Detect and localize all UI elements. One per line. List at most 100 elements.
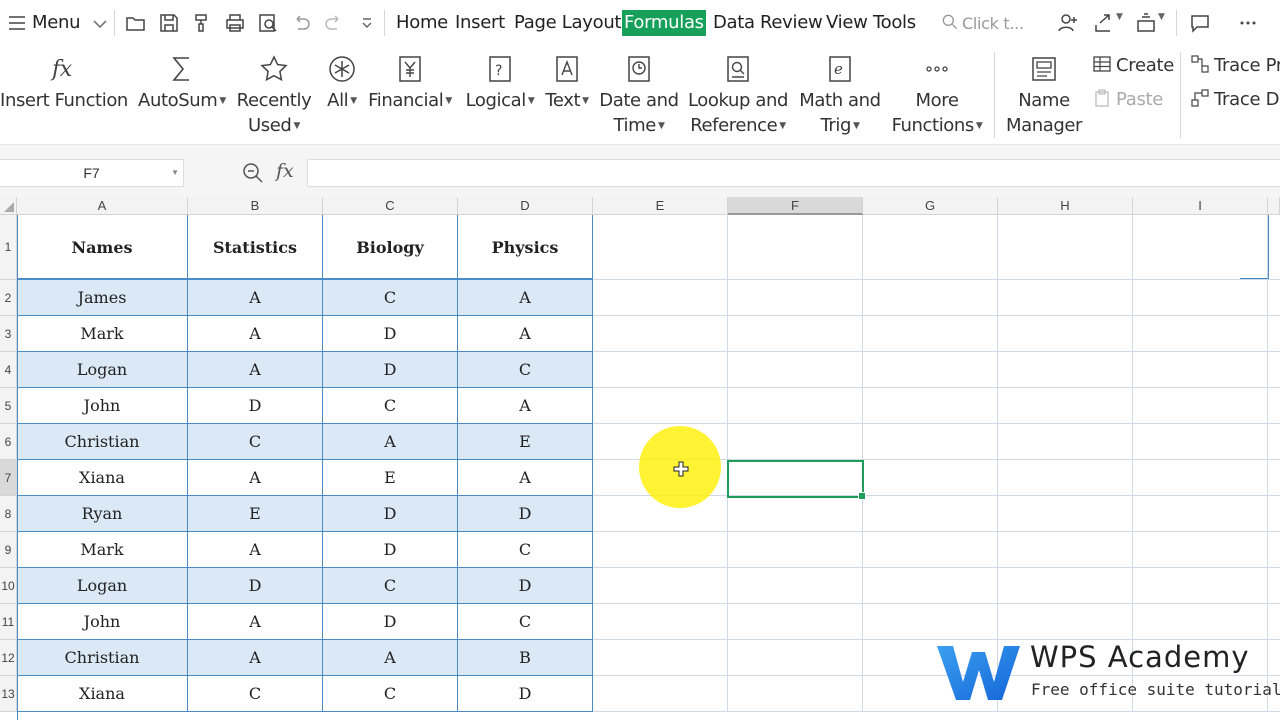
cell-b3[interactable]: A xyxy=(188,316,323,352)
formula-input[interactable] xyxy=(307,159,1280,187)
cell-f1[interactable] xyxy=(728,215,863,280)
cell-c10[interactable]: C xyxy=(323,568,458,604)
cell-a4[interactable]: Logan xyxy=(17,352,188,388)
menu-button[interactable]: Menu xyxy=(32,12,81,33)
cell-f5[interactable] xyxy=(728,388,863,424)
column-header-j[interactable] xyxy=(1268,197,1280,215)
cell-a13[interactable]: Xiana xyxy=(17,676,188,712)
more-icon[interactable] xyxy=(1236,11,1260,35)
cell-h7[interactable] xyxy=(998,460,1133,496)
lookup-reference-button[interactable]: Lookup and Reference ▼ xyxy=(686,50,790,139)
cell-b1[interactable]: Statistics xyxy=(188,215,323,280)
cell-c5[interactable]: C xyxy=(323,388,458,424)
autosum-button[interactable]: AutoSum ▼ xyxy=(136,50,228,114)
tab-review[interactable]: Review xyxy=(760,12,823,33)
cell-i6[interactable] xyxy=(1133,424,1268,460)
cell-g1[interactable] xyxy=(863,215,998,280)
open-folder-icon[interactable] xyxy=(124,11,148,35)
cell-d8[interactable]: D xyxy=(458,496,593,532)
column-header-c[interactable]: C xyxy=(323,197,458,215)
row-header-4[interactable]: 4 xyxy=(0,352,17,388)
cell-f10[interactable] xyxy=(728,568,863,604)
trace-precedents-button[interactable]: Trace Pr xyxy=(1190,54,1280,76)
cell-d5[interactable]: A xyxy=(458,388,593,424)
caret-icon[interactable]: ▼ xyxy=(1158,12,1165,22)
column-header-b[interactable]: B xyxy=(188,197,323,215)
cell-j11[interactable] xyxy=(1268,604,1280,640)
cell-i4[interactable] xyxy=(1133,352,1268,388)
column-header-d[interactable]: D xyxy=(458,197,593,215)
cell-d6[interactable]: E xyxy=(458,424,593,460)
row-header-6[interactable]: 6 xyxy=(0,424,17,460)
selected-cell-f7[interactable] xyxy=(727,460,866,500)
fx-icon[interactable]: fx xyxy=(276,160,294,182)
cell-e13[interactable] xyxy=(593,676,728,712)
row-header-5[interactable]: 5 xyxy=(0,388,17,424)
cell-b13[interactable]: C xyxy=(188,676,323,712)
cell-i11[interactable] xyxy=(1133,604,1268,640)
cell-b12[interactable]: A xyxy=(188,640,323,676)
cell-c4[interactable]: D xyxy=(323,352,458,388)
cell-i5[interactable] xyxy=(1133,388,1268,424)
cell-h8[interactable] xyxy=(998,496,1133,532)
cell-g5[interactable] xyxy=(863,388,998,424)
cell-e3[interactable] xyxy=(593,316,728,352)
cell-a5[interactable]: John xyxy=(17,388,188,424)
fill-handle[interactable] xyxy=(858,492,866,500)
cell-d4[interactable]: C xyxy=(458,352,593,388)
cell-h9[interactable] xyxy=(998,532,1133,568)
cell-f8[interactable] xyxy=(728,496,863,532)
print-preview-icon[interactable] xyxy=(256,11,280,35)
name-manager-button[interactable]: Name Manager xyxy=(1000,50,1088,138)
cell-a9[interactable]: Mark xyxy=(17,532,188,568)
cell-f6[interactable] xyxy=(728,424,863,460)
cell-g8[interactable] xyxy=(863,496,998,532)
cell-f2[interactable] xyxy=(728,280,863,316)
cell-g7[interactable] xyxy=(863,460,998,496)
cell-b6[interactable]: C xyxy=(188,424,323,460)
cell-c7[interactable]: E xyxy=(323,460,458,496)
arrange-icon[interactable] xyxy=(1134,11,1158,35)
cell-h4[interactable] xyxy=(998,352,1133,388)
row-header-11[interactable]: 11 xyxy=(0,604,17,640)
cell-b8[interactable]: E xyxy=(188,496,323,532)
cell-i9[interactable] xyxy=(1133,532,1268,568)
name-box[interactable]: F7 ▼ xyxy=(0,159,184,187)
row-header-9[interactable]: 9 xyxy=(0,532,17,568)
all-functions-button[interactable]: All ▼ xyxy=(320,50,364,114)
cell-b11[interactable]: A xyxy=(188,604,323,640)
trace-dependents-button[interactable]: Trace D xyxy=(1190,88,1280,110)
row-header-1[interactable]: 1 xyxy=(0,215,17,280)
cell-i8[interactable] xyxy=(1133,496,1268,532)
cell-c12[interactable]: A xyxy=(323,640,458,676)
more-functions-button[interactable]: More Functions ▼ xyxy=(890,50,984,139)
customize-dropdown-icon[interactable] xyxy=(355,11,379,35)
cell-h1[interactable] xyxy=(998,215,1133,280)
cell-c2[interactable]: C xyxy=(323,280,458,316)
tab-tools[interactable]: Tools xyxy=(873,12,916,33)
save-icon[interactable] xyxy=(157,11,181,35)
row-header-8[interactable]: 8 xyxy=(0,496,17,532)
cell-g3[interactable] xyxy=(863,316,998,352)
cell-a8[interactable]: Ryan xyxy=(17,496,188,532)
cell-e12[interactable] xyxy=(593,640,728,676)
cell-c11[interactable]: D xyxy=(323,604,458,640)
cell-b7[interactable]: A xyxy=(188,460,323,496)
cell-d10[interactable]: D xyxy=(458,568,593,604)
cell-g6[interactable] xyxy=(863,424,998,460)
cell-f12[interactable] xyxy=(728,640,863,676)
tab-view[interactable]: View xyxy=(826,12,868,33)
cell-b4[interactable]: A xyxy=(188,352,323,388)
cell-g9[interactable] xyxy=(863,532,998,568)
cell-f3[interactable] xyxy=(728,316,863,352)
cell-j2[interactable] xyxy=(1268,280,1280,316)
cell-c1[interactable]: Biology xyxy=(323,215,458,280)
comment-icon[interactable] xyxy=(1188,11,1212,35)
zoom-icon[interactable] xyxy=(242,162,264,184)
cell-c6[interactable]: A xyxy=(323,424,458,460)
cell-f4[interactable] xyxy=(728,352,863,388)
cell-e4[interactable] xyxy=(593,352,728,388)
cell-d2[interactable]: A xyxy=(458,280,593,316)
cell-b10[interactable]: D xyxy=(188,568,323,604)
cell-j12[interactable] xyxy=(1268,640,1280,676)
